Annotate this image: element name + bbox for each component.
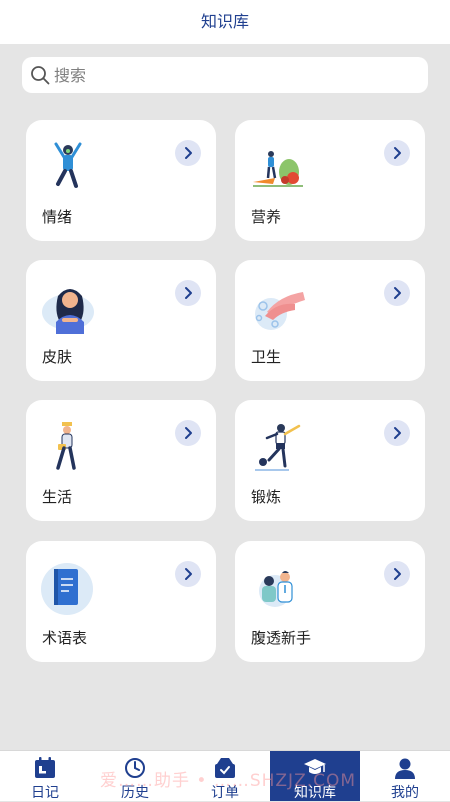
tab-knowledge-base[interactable]: 知识库: [270, 751, 360, 801]
card-glossary[interactable]: 术语表: [26, 541, 216, 662]
hand-washing-icon: [255, 292, 305, 330]
chevron-right-icon[interactable]: [175, 420, 201, 446]
vegetables-icon: [253, 151, 303, 187]
tab-label: 我的: [391, 785, 419, 801]
person-cheering-icon: [54, 142, 82, 188]
tab-diary[interactable]: 日记: [0, 751, 90, 801]
card-nutrition[interactable]: 营养: [235, 120, 425, 241]
person-kicking-ball-icon: [255, 424, 301, 471]
card-label: 情绪: [42, 208, 73, 226]
search-icon: [31, 66, 50, 85]
card-emotion[interactable]: 情绪: [26, 120, 216, 241]
chevron-right-icon[interactable]: [384, 280, 410, 306]
clock-icon: [125, 758, 145, 778]
card-label: 术语表: [42, 629, 88, 647]
chevron-right-icon[interactable]: [384, 561, 410, 587]
search-input[interactable]: [52, 57, 416, 93]
tab-profile[interactable]: 我的: [360, 751, 450, 801]
order-box-icon: [215, 758, 235, 778]
card-label: 锻炼: [251, 488, 282, 506]
tab-history[interactable]: 历史: [90, 751, 180, 801]
card-label: 腹透新手: [251, 629, 312, 647]
tab-label: 历史: [121, 785, 149, 801]
user-icon: [395, 758, 415, 779]
tab-label: 订单: [211, 785, 239, 801]
card-life[interactable]: 生活: [26, 400, 216, 521]
person-walking-icon: [56, 422, 76, 470]
card-label: 生活: [42, 488, 73, 506]
woman-skincare-icon: [42, 289, 94, 334]
bottom-tab-bar: 日记 历史 订单 知识库 我的: [0, 750, 450, 801]
chevron-right-icon[interactable]: [175, 140, 201, 166]
chevron-right-icon[interactable]: [384, 420, 410, 446]
graduation-cap-icon: [304, 759, 326, 774]
card-label: 营养: [251, 208, 282, 226]
page-title: 知识库: [0, 0, 450, 44]
card-exercise[interactable]: 锻炼: [235, 400, 425, 521]
search-bar[interactable]: [22, 57, 428, 93]
doctor-patient-icon: [259, 571, 293, 607]
chevron-right-icon[interactable]: [175, 280, 201, 306]
chevron-right-icon[interactable]: [175, 561, 201, 587]
card-label: 卫生: [251, 348, 282, 366]
tab-orders[interactable]: 订单: [180, 751, 270, 801]
tab-label: 日记: [31, 785, 59, 801]
calendar-icon: [35, 757, 55, 778]
book-icon: [41, 563, 93, 615]
card-pd-beginner[interactable]: 腹透新手: [235, 541, 425, 662]
card-hygiene[interactable]: 卫生: [235, 260, 425, 381]
card-label: 皮肤: [42, 348, 73, 366]
chevron-right-icon[interactable]: [384, 140, 410, 166]
tab-label: 知识库: [294, 785, 336, 801]
card-skin[interactable]: 皮肤: [26, 260, 216, 381]
